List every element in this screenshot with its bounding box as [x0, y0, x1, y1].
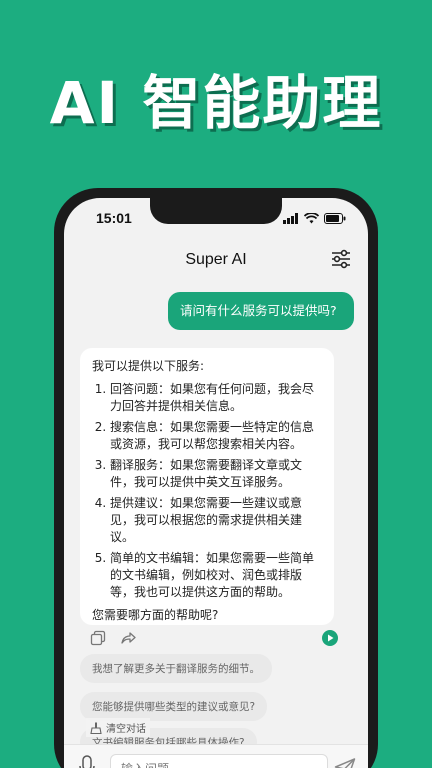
input-bar: [64, 744, 368, 768]
message-actions: [90, 628, 338, 648]
question-input[interactable]: [110, 754, 328, 768]
play-audio-icon[interactable]: [322, 630, 338, 646]
broom-icon: [90, 722, 102, 734]
microphone-icon[interactable]: [78, 755, 96, 768]
suggestion-chip[interactable]: 我想了解更多关于翻译服务的细节。: [80, 654, 272, 683]
send-icon[interactable]: [334, 757, 356, 768]
user-message-bubble: 请问有什么服务可以提供吗?: [168, 292, 354, 330]
settings-sliders-icon[interactable]: [330, 248, 352, 270]
share-icon[interactable]: [120, 630, 136, 646]
ai-service-item: 提供建议：如果您需要一些建议或意见，我可以根据您的需求提供相关建议。: [110, 495, 322, 546]
wifi-icon: [304, 212, 319, 223]
chat-header: Super AI: [64, 238, 368, 282]
ai-service-item: 翻译服务：如果您需要翻译文章或文件，我可以提供中英文互译服务。: [110, 457, 322, 491]
clear-chat-label: 清空对话: [106, 724, 146, 735]
hero-title: AI 智能助理: [49, 69, 383, 137]
ai-service-item: 简单的文书编辑：如果您需要一些简单的文书编辑，例如校对、润色或排版等，我也可以提…: [110, 550, 322, 601]
clear-chat-button[interactable]: 清空对话: [86, 718, 150, 737]
ai-intro-text: 我可以提供以下服务:: [92, 359, 205, 373]
battery-icon: [324, 212, 346, 224]
phone-frame: 15:01 Super AI 请问有什么服务可以提供吗? 我可以提供以下服务: …: [54, 188, 378, 768]
copy-icon[interactable]: [90, 630, 106, 646]
page-title: Super AI: [185, 251, 247, 268]
ai-service-item: 回答问题：如果您有任何问题，我会尽力回答并提供相关信息。: [110, 381, 322, 415]
status-time: 15:01: [96, 210, 132, 226]
status-icons: [283, 212, 346, 224]
suggestion-chip[interactable]: 您能够提供哪些类型的建议或意见?: [80, 692, 268, 721]
status-bar: 15:01: [64, 198, 368, 238]
ai-message-bubble: 我可以提供以下服务: 回答问题：如果您有任何问题，我会尽力回答并提供相关信息。 …: [80, 348, 334, 625]
ai-outro-text: 您需要哪方面的帮助呢?: [92, 608, 219, 622]
signal-icon: [283, 212, 298, 224]
ai-service-list: 回答问题：如果您有任何问题，我会尽力回答并提供相关信息。 搜索信息：如果您需要一…: [92, 381, 322, 601]
phone-screen: 15:01 Super AI 请问有什么服务可以提供吗? 我可以提供以下服务: …: [64, 198, 368, 768]
ai-service-item: 搜索信息：如果您需要一些特定的信息或资源，我可以帮您搜索相关内容。: [110, 419, 322, 453]
